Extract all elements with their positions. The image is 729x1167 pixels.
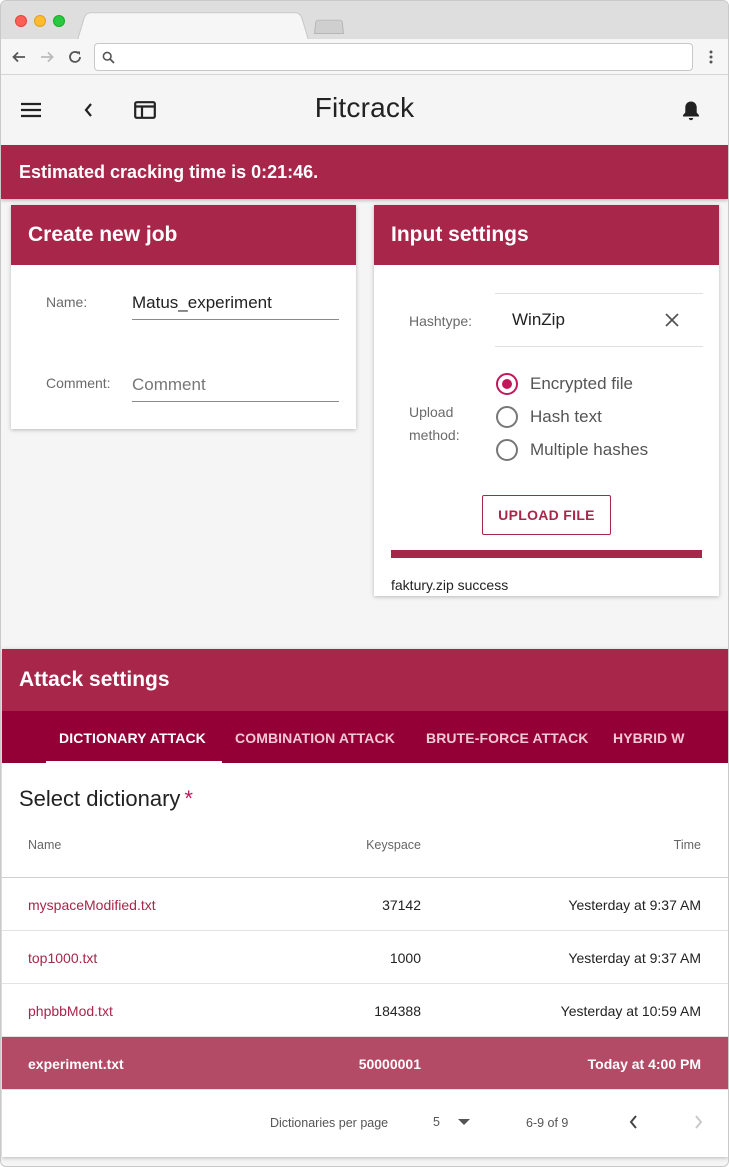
radio-encrypted-file[interactable]: Encrypted file — [496, 373, 633, 395]
next-page-icon[interactable] — [694, 1114, 708, 1132]
browser-toolbar — [1, 39, 728, 75]
table-row[interactable]: phpbbMod.txt 184388 Yesterday at 10:59 A… — [2, 984, 728, 1037]
menu-icon[interactable] — [19, 98, 43, 122]
dropdown-arrow-icon — [458, 1119, 470, 1125]
dictionary-time: Today at 4:00 PM — [587, 1056, 701, 1072]
hashtype-value: WinZip — [512, 310, 565, 329]
dictionary-name[interactable]: myspaceModified.txt — [28, 897, 156, 913]
table-pagination: Dictionaries per page 5 6-9 of 9 — [2, 1093, 728, 1157]
reload-icon[interactable] — [65, 47, 85, 67]
dictionary-keyspace: 37142 — [382, 897, 421, 913]
previous-page-icon[interactable] — [628, 1114, 642, 1132]
bell-icon[interactable] — [679, 98, 703, 122]
minimize-window-button[interactable] — [34, 15, 46, 27]
table-row-selected[interactable]: experiment.txt 50000001 Today at 4:00 PM — [2, 1037, 728, 1090]
forward-arrow-icon[interactable] — [37, 47, 57, 67]
hashtype-label: Hashtype: — [409, 313, 473, 329]
table-row[interactable]: myspaceModified.txt 37142 Yesterday at 9… — [2, 878, 728, 931]
dictionary-name[interactable]: top1000.txt — [28, 950, 97, 966]
page-range-text: 6-9 of 9 — [526, 1116, 569, 1130]
radio-hash-text[interactable]: Hash text — [496, 406, 602, 428]
active-tab-indicator — [46, 761, 222, 763]
dictionary-time: Yesterday at 9:37 AM — [568, 950, 701, 966]
radio-label: Encrypted file — [530, 374, 633, 393]
tab-combination-attack[interactable]: COMBINATION ATTACK — [235, 711, 395, 763]
upload-method-label: Upload method: — [409, 401, 460, 447]
input-settings-title: Input settings — [374, 205, 719, 265]
zoom-window-button[interactable] — [53, 15, 65, 27]
dictionary-table: Name Keyspace Time myspaceModified.txt 3… — [2, 827, 728, 1090]
attack-settings-title: Attack settings — [2, 649, 728, 711]
comment-input[interactable]: Comment — [132, 375, 339, 402]
chevron-left-icon[interactable] — [76, 98, 100, 122]
tab-hybrid-attack[interactable]: HYBRID W — [613, 711, 685, 763]
radio-label: Hash text — [530, 407, 602, 426]
dictionary-time: Yesterday at 9:37 AM — [568, 897, 701, 913]
radio-unchecked-icon — [496, 439, 518, 461]
input-settings-card: Input settings Hashtype: WinZip Upload me… — [374, 205, 719, 596]
rows-per-page-value: 5 — [433, 1115, 440, 1129]
browser-titlebar — [1, 1, 728, 41]
web-layout-icon[interactable] — [133, 98, 157, 122]
new-tab-button[interactable] — [314, 19, 344, 34]
tab-brute-force-attack[interactable]: BRUTE-FORCE ATTACK — [426, 711, 589, 763]
create-job-title: Create new job — [11, 205, 356, 265]
hashtype-select[interactable]: WinZip — [495, 293, 703, 347]
dictionary-time: Yesterday at 10:59 AM — [560, 1003, 701, 1019]
address-bar[interactable] — [94, 43, 693, 71]
comment-label: Comment: — [46, 375, 111, 391]
dictionary-name[interactable]: phpbbMod.txt — [28, 1003, 113, 1019]
dictionary-name[interactable]: experiment.txt — [28, 1056, 124, 1072]
rows-per-page-select[interactable]: 5 — [405, 1109, 477, 1135]
name-label: Name: — [46, 294, 88, 310]
app-header: Fitcrack — [1, 75, 728, 145]
select-dictionary-text: Select dictionary — [19, 786, 181, 811]
back-arrow-icon[interactable] — [9, 47, 29, 67]
tab-dictionary-attack[interactable]: DICTIONARY ATTACK — [59, 711, 206, 763]
upload-method-label-line2: method: — [409, 427, 460, 443]
table-header: Name Keyspace Time — [2, 827, 728, 878]
radio-checked-icon — [496, 373, 518, 395]
upload-progress-bar — [391, 550, 702, 558]
dictionary-keyspace: 50000001 — [358, 1056, 421, 1072]
browser-window: Fitcrack Estimated cracking time is 0:21… — [0, 0, 729, 1167]
close-window-button[interactable] — [15, 15, 27, 27]
radio-unchecked-icon — [496, 406, 518, 428]
page-title: Fitcrack — [314, 92, 415, 123]
required-mark: * — [184, 786, 193, 811]
clear-icon[interactable] — [661, 309, 683, 331]
radio-label: Multiple hashes — [530, 440, 649, 459]
column-header-name[interactable]: Name — [28, 838, 61, 852]
attack-tabs: DICTIONARY ATTACK COMBINATION ATTACK BRU… — [2, 711, 728, 763]
upload-status-text: faktury.zip success — [391, 577, 509, 593]
estimated-time-banner: Estimated cracking time is 0:21:46. — [1, 145, 728, 199]
dictionary-keyspace: 184388 — [374, 1003, 421, 1019]
rows-per-page-label: Dictionaries per page — [270, 1116, 389, 1130]
dictionary-keyspace: 1000 — [389, 950, 421, 966]
browser-menu-icon[interactable] — [703, 47, 719, 67]
radio-multiple-hashes[interactable]: Multiple hashes — [496, 439, 648, 461]
job-name-input[interactable]: Matus_experiment — [132, 293, 339, 320]
attack-settings-card: Attack settings DICTIONARY ATTACK COMBIN… — [2, 649, 728, 1157]
table-row[interactable]: top1000.txt 1000 Yesterday at 9:37 AM — [2, 931, 728, 984]
select-dictionary-heading: Select dictionary * — [19, 786, 193, 812]
upload-method-label-line1: Upload — [409, 404, 454, 420]
create-job-card: Create new job Name: Matus_experiment Co… — [11, 205, 356, 429]
column-header-keyspace[interactable]: Keyspace — [366, 838, 421, 852]
search-icon — [102, 51, 115, 64]
upload-file-button[interactable]: UPLOAD FILE — [482, 495, 611, 535]
browser-tab-active[interactable] — [77, 12, 309, 41]
column-header-time[interactable]: Time — [674, 838, 701, 852]
